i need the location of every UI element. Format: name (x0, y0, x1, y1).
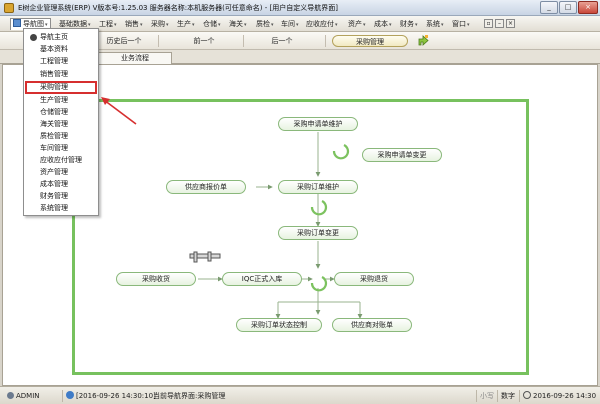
dropdown-item-cost[interactable]: 成本管理 (26, 179, 96, 190)
prev-button[interactable]: 前一个 (188, 35, 220, 47)
mdi-controls: ▫ – × (484, 19, 517, 29)
menu-purchase[interactable]: 采购▾ (149, 18, 171, 30)
app-icon (4, 3, 14, 13)
menu-customs[interactable]: 海关▾ (227, 18, 249, 30)
next-button[interactable]: 后一个 (266, 35, 298, 47)
node-order-maintain[interactable]: 采购订单维护 (278, 180, 358, 194)
dropdown-item-warehouse[interactable]: 仓储管理 (26, 107, 96, 118)
history-back-button[interactable]: 历史后一个 (96, 35, 152, 47)
dropdown-item-basic[interactable]: 基本资料 (26, 44, 96, 55)
title-bar: E树企业管理系统(ERP) V版本号:1.25.03 服务器名称:本机服务器(可… (0, 0, 600, 16)
dropdown-item-home[interactable]: 导航主页 (26, 32, 96, 43)
dropdown-item-finance[interactable]: 财务管理 (26, 191, 96, 202)
dropdown-item-sales[interactable]: 销售管理 (26, 69, 96, 80)
dropdown-item-ar-ap[interactable]: 应收应付管理 (26, 155, 96, 166)
info-icon (66, 391, 74, 399)
menu-production[interactable]: 生产▾ (175, 18, 197, 30)
node-request-maintain[interactable]: 采购申请单维护 (278, 117, 358, 131)
close-icon[interactable]: × (506, 19, 515, 28)
menu-warehouse[interactable]: 仓储▾ (201, 18, 223, 30)
toolbar-separator (325, 35, 326, 47)
dropdown-item-workshop[interactable]: 车间管理 (26, 143, 96, 154)
current-module-button[interactable]: 采购管理 (332, 35, 408, 47)
status-user: ADMIN (4, 390, 40, 402)
node-order-status[interactable]: 采购订单状态控制 (236, 318, 322, 332)
status-clock: 2016-09-26 14:30 (519, 390, 596, 402)
dropdown-item-customs[interactable]: 海关管理 (26, 119, 96, 130)
dropdown-item-production[interactable]: 生产管理 (26, 95, 96, 106)
node-iqc[interactable]: IQC正式入库 (222, 272, 302, 286)
close-button[interactable]: × (578, 1, 598, 14)
menu-quality[interactable]: 质检▾ (254, 18, 276, 30)
menu-window[interactable]: 窗口▾ (450, 18, 472, 30)
toolbar-separator (243, 35, 244, 47)
menu-workshop[interactable]: 车间▾ (279, 18, 301, 30)
clock-icon (523, 391, 531, 399)
dropdown-item-purchase[interactable]: 采购管理 (25, 81, 97, 94)
restore-icon[interactable]: ▫ (484, 19, 493, 28)
menu-cost[interactable]: 成本▾ (372, 18, 394, 30)
dropdown-item-assets[interactable]: 资产管理 (26, 167, 96, 178)
status-login-time: [2016-09-26 14:30:10] (62, 390, 156, 402)
menu-engineering[interactable]: 工程▾ (97, 18, 119, 30)
user-icon (7, 392, 14, 399)
menu-sales[interactable]: 销售▾ (123, 18, 145, 30)
maximize-button[interactable]: □ (559, 1, 577, 14)
status-current-nav: 当前导航界面:采购管理 (153, 392, 226, 400)
menu-ar-ap[interactable]: 应收应付▾ (304, 18, 340, 30)
node-return[interactable]: 采购退货 (334, 272, 414, 286)
dropdown-item-system[interactable]: 系统管理 (26, 203, 96, 214)
menu-finance[interactable]: 财务▾ (398, 18, 420, 30)
check-icon (30, 34, 37, 41)
node-supplier-recon[interactable]: 供应商对账单 (332, 318, 412, 332)
nav-dropdown-menu: 导航主页 基本资料 工程管理 销售管理 采购管理 生产管理 仓储管理 海关管理 … (23, 28, 99, 216)
dropdown-item-quality[interactable]: 质检管理 (26, 131, 96, 142)
node-receive[interactable]: 采购收货 (116, 272, 196, 286)
minimize-button[interactable]: _ (540, 1, 558, 14)
menu-system[interactable]: 系统▾ (424, 18, 446, 30)
toolbar-separator (158, 35, 159, 47)
refresh-icon[interactable] (416, 34, 430, 48)
nav-map-icon (13, 19, 21, 27)
node-order-change[interactable]: 采购订单变更 (278, 226, 358, 240)
dropdown-item-engineering[interactable]: 工程管理 (26, 56, 96, 67)
node-supplier-quote[interactable]: 供应商报价单 (166, 180, 246, 194)
menu-assets[interactable]: 资产▾ (346, 18, 368, 30)
status-numlock: 数字 (497, 390, 515, 402)
window-title: E树企业管理系统(ERP) V版本号:1.25.03 服务器名称:本机服务器(可… (18, 4, 338, 12)
tab-business-flow[interactable]: 业务流程 (98, 52, 172, 64)
node-request-change[interactable]: 采购申请单变更 (362, 148, 442, 162)
minimize-icon[interactable]: – (495, 19, 504, 28)
status-bar: ADMIN [2016-09-26 14:30:10] 当前导航界面:采购管理 … (0, 386, 600, 404)
status-caps: 小写 (476, 390, 494, 402)
